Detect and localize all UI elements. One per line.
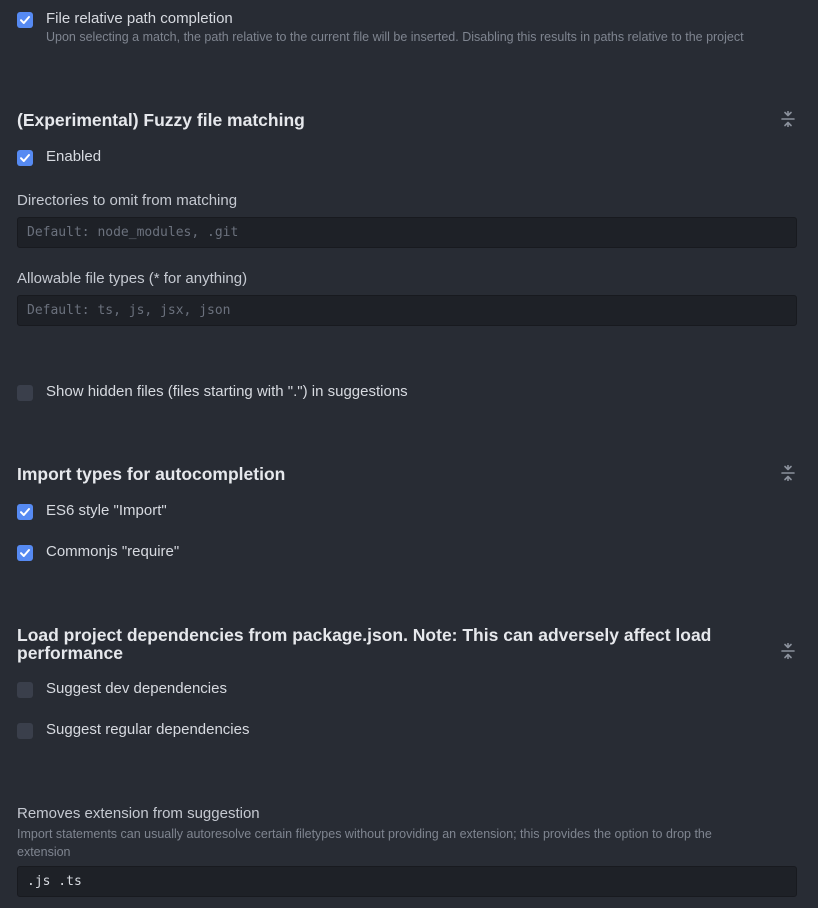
file-types-label: Allowable file types (* for anything) [17, 270, 248, 287]
collapse-icon[interactable] [780, 111, 796, 127]
checkmark-icon [20, 508, 30, 516]
checkmark-icon [20, 16, 30, 24]
fuzzy-enabled-setting: Enabled [17, 148, 798, 168]
dependencies-section-title: Load project dependencies from package.j… [17, 625, 712, 663]
fuzzy-enabled-label: Enabled [46, 148, 102, 165]
remove-extension-label: Removes extension from suggestion [17, 805, 260, 822]
commonjs-require-checkbox[interactable] [17, 545, 33, 561]
commonjs-require-setting: Commonjs "require" [17, 543, 798, 563]
es6-import-label: ES6 style "Import" [46, 502, 167, 519]
hidden-files-checkbox[interactable] [17, 385, 33, 401]
file-relative-checkbox[interactable] [17, 12, 33, 28]
regular-dependencies-label: Suggest regular dependencies [46, 721, 250, 738]
fuzzy-enabled-checkbox[interactable] [17, 150, 33, 166]
collapse-icon[interactable] [780, 643, 796, 659]
fuzzy-section-title: (Experimental) Fuzzy file matching [17, 110, 305, 130]
dev-dependencies-setting: Suggest dev dependencies [17, 680, 798, 700]
omit-directories-label: Directories to omit from matching [17, 192, 238, 209]
file-relative-label: File relative path completion [46, 10, 233, 27]
remove-extension-input[interactable] [17, 866, 797, 897]
regular-dependencies-checkbox[interactable] [17, 723, 33, 739]
omit-directories-input[interactable] [17, 217, 797, 248]
regular-dependencies-setting: Suggest regular dependencies [17, 721, 798, 741]
import-types-section-title: Import types for autocompletion [17, 464, 286, 484]
dev-dependencies-label: Suggest dev dependencies [46, 680, 227, 697]
hidden-files-label: Show hidden files (files starting with "… [46, 383, 408, 400]
hidden-files-setting: Show hidden files (files starting with "… [17, 383, 798, 403]
es6-import-setting: ES6 style "Import" [17, 502, 798, 522]
file-relative-setting: File relative path completion Upon selec… [17, 10, 798, 52]
file-relative-description: Upon selecting a match, the path relativ… [46, 30, 744, 44]
collapse-icon[interactable] [780, 465, 796, 481]
es6-import-checkbox[interactable] [17, 504, 33, 520]
remove-extension-description: Import statements can usually autoresolv… [17, 827, 712, 859]
checkmark-icon [20, 154, 30, 162]
dev-dependencies-checkbox[interactable] [17, 682, 33, 698]
file-types-input[interactable] [17, 295, 797, 326]
checkmark-icon [20, 549, 30, 557]
commonjs-require-label: Commonjs "require" [46, 543, 180, 560]
